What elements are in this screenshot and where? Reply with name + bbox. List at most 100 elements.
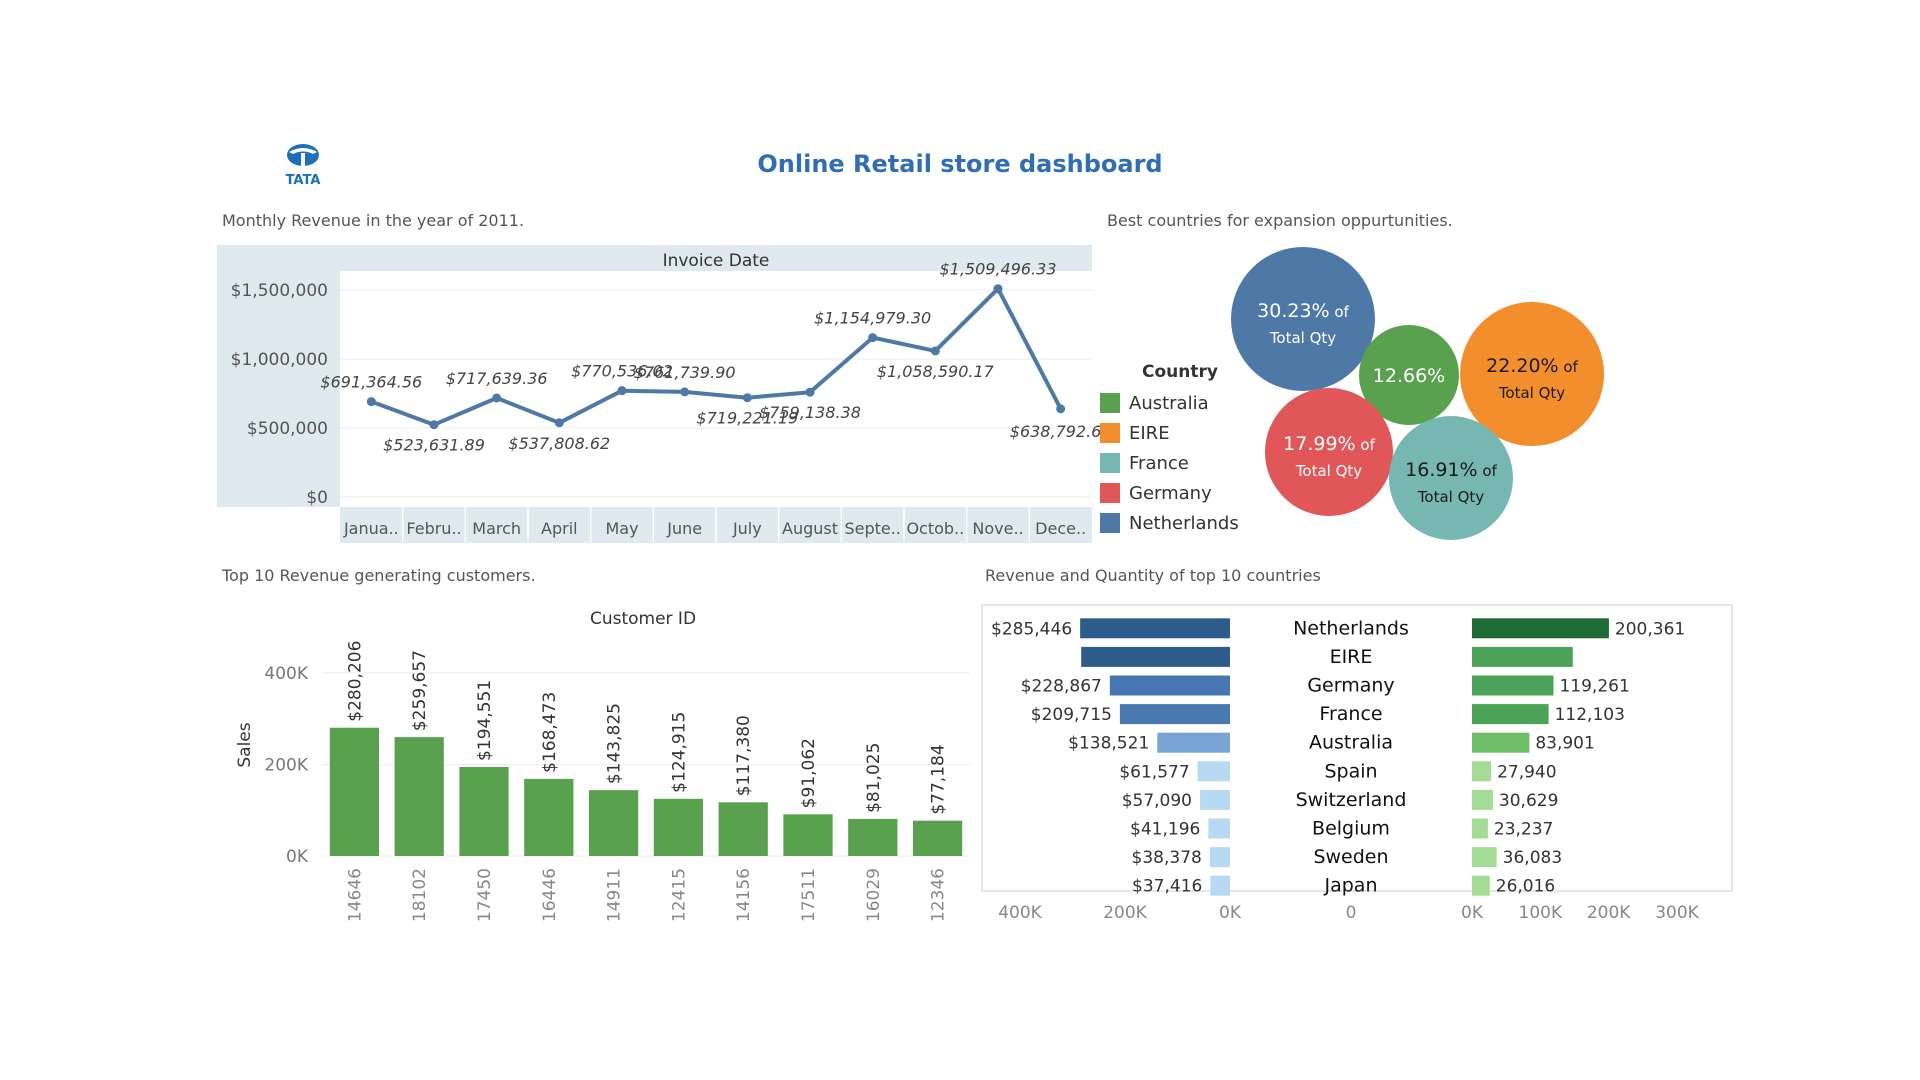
bar-value-label: $91,062 <box>799 738 819 808</box>
x-tick-label: 17511 <box>799 868 819 922</box>
quantity-label: 83,901 <box>1535 734 1594 754</box>
bar[interactable] <box>524 778 574 856</box>
x-tick-label: 12415 <box>669 868 689 922</box>
revenue-label: $61,577 <box>1119 762 1189 782</box>
data-point <box>680 387 690 397</box>
data-point <box>366 397 376 407</box>
bubble-label: 12.66% <box>1373 365 1445 387</box>
quantity-label: 36,083 <box>1503 848 1562 868</box>
legend-label: Germany <box>1129 482 1212 504</box>
legend-item-france[interactable]: France <box>1100 448 1280 478</box>
bar[interactable] <box>459 766 509 856</box>
bar-value-label: $168,473 <box>540 692 560 773</box>
row-eire[interactable]: EIRE <box>1081 646 1573 668</box>
x-tick-label: March <box>472 519 521 538</box>
data-point <box>868 333 878 343</box>
revenue-bar <box>1080 618 1230 639</box>
revenue-label: $285,446 <box>991 619 1072 639</box>
country-label: Spain <box>1324 760 1377 782</box>
bubble-label: 17.99% of <box>1283 433 1375 455</box>
bar[interactable] <box>394 737 444 856</box>
country-label: Switzerland <box>1296 789 1407 811</box>
bar[interactable] <box>912 820 963 856</box>
x-tick-label: July <box>732 519 762 538</box>
row-france[interactable]: $209,715 France 112,103 <box>1031 703 1625 725</box>
row-belgium[interactable]: $41,196 Belgium 23,237 <box>1130 818 1553 840</box>
bar[interactable] <box>653 798 704 856</box>
bar-value-label: $81,025 <box>864 743 884 813</box>
country-legend: Country Australia EIRE France Germany Nether… <box>1100 362 1280 538</box>
invoice-date-header: Invoice Date <box>663 251 770 271</box>
x-tick-label: Nove.. <box>972 519 1023 538</box>
revenue-axis-label: 0K <box>1219 903 1242 923</box>
quantity-label: 27,940 <box>1497 762 1556 782</box>
customer-bar-chart: Customer ID Sales 0K 200K 400K $280,206 146… <box>235 609 970 922</box>
data-point <box>617 386 627 396</box>
revenue-bar <box>1208 818 1230 839</box>
legend-item-australia[interactable]: Australia <box>1100 388 1280 418</box>
quantity-bar <box>1472 704 1549 725</box>
x-tick-label: 16029 <box>864 868 884 922</box>
quantity-bar <box>1472 675 1554 696</box>
revenue-label: $41,196 <box>1130 820 1200 840</box>
quantity-label: 30,629 <box>1499 791 1558 811</box>
expansion-title: Best countries for expansion oppurtuniti… <box>1107 211 1453 230</box>
legend-label: France <box>1129 452 1189 474</box>
row-spain[interactable]: $61,577 Spain 27,940 <box>1119 760 1556 782</box>
country-label: Australia <box>1309 732 1393 754</box>
y-tick-label: 0K <box>286 847 309 867</box>
revenue-label: $209,715 <box>1031 705 1112 725</box>
revenue-label: $138,521 <box>1068 734 1149 754</box>
country-label: France <box>1319 703 1382 725</box>
bubble-sublabel: Total Qty <box>1295 462 1362 480</box>
bar[interactable] <box>848 818 898 856</box>
bar[interactable] <box>783 814 833 856</box>
data-point <box>554 418 564 428</box>
x-tick-label: 14156 <box>734 868 754 922</box>
row-switzerland[interactable]: $57,090 Switzerland 30,629 <box>1122 789 1559 811</box>
quantity-bar <box>1472 618 1609 639</box>
legend-item-germany[interactable]: Germany <box>1100 478 1280 508</box>
data-label: $717,639.36 <box>446 369 548 388</box>
revenue-bar <box>1197 761 1230 782</box>
country-label: Japan <box>1324 875 1378 897</box>
quantity-bar <box>1472 732 1530 753</box>
bar-value-label: $77,184 <box>929 744 949 814</box>
revenue-bar <box>1109 675 1230 696</box>
legend-label: Netherlands <box>1129 512 1239 534</box>
quantity-label: 112,103 <box>1555 705 1625 725</box>
country-butterfly-chart: $285,446 Netherlands 200,361 EIRE $228,867 Ge… <box>981 604 1733 923</box>
x-tick-label: August <box>782 519 838 538</box>
legend-item-eire[interactable]: EIRE <box>1100 418 1280 448</box>
row-australia[interactable]: $138,521 Australia 83,901 <box>1068 732 1595 754</box>
quantity-label: 200,361 <box>1615 619 1685 639</box>
row-japan[interactable]: $37,416 Japan 26,016 <box>1132 875 1555 897</box>
legend-item-netherlands[interactable]: Netherlands <box>1100 508 1280 538</box>
revenue-label: $57,090 <box>1122 791 1192 811</box>
row-sweden[interactable]: $38,378 Sweden 36,083 <box>1132 846 1563 868</box>
x-tick-label: 12346 <box>929 868 949 922</box>
x-tick-label: 16446 <box>540 868 560 922</box>
bubble-sublabel: Total Qty <box>1417 488 1484 506</box>
revenue-bar <box>1157 732 1230 753</box>
bar-value-label: $259,657 <box>410 650 430 731</box>
revenue-bar <box>1200 789 1230 810</box>
bubble-france[interactable]: 16.91% of Total Qty <box>1389 416 1513 540</box>
data-label: $537,808.62 <box>508 434 610 453</box>
y-tick-label: $500,000 <box>247 419 328 439</box>
revenue-label: $37,416 <box>1132 877 1202 897</box>
bubble-sublabel: Total Qty <box>1498 384 1565 402</box>
quantity-axis-label: 100K <box>1519 903 1563 923</box>
row-germany[interactable]: $228,867 Germany 119,261 <box>1021 675 1630 697</box>
bar[interactable] <box>718 802 768 856</box>
bar[interactable] <box>329 727 380 856</box>
bar[interactable] <box>588 790 639 856</box>
row-netherlands[interactable]: $285,446 Netherlands 200,361 <box>991 617 1685 639</box>
legend-swatch <box>1100 393 1120 413</box>
bubble-label: 30.23% of <box>1257 300 1349 322</box>
legend-swatch <box>1100 423 1120 443</box>
legend-swatch <box>1100 513 1120 533</box>
data-label: $523,631.89 <box>383 436 485 455</box>
quantity-axis-label: 200K <box>1587 903 1631 923</box>
bubble-germany[interactable]: 17.99% of Total Qty <box>1265 388 1393 516</box>
